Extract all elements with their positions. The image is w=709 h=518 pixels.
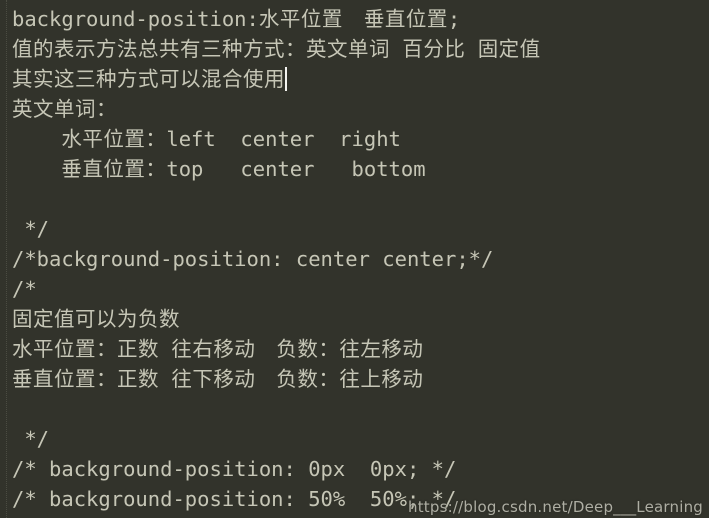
code-line[interactable]: */: [0, 424, 709, 454]
code-line-text: 水平位置：left center right: [61, 127, 401, 151]
code-lines-container[interactable]: background-position:水平位置 垂直位置; 值的表示方法总共有三…: [0, 0, 709, 518]
code-line[interactable]: /* background-position: 0px 0px; */: [0, 454, 709, 484]
code-line[interactable]: 垂直位置：正数 往下移动 负数：往上移动: [0, 364, 709, 394]
code-line-text: 值的表示方法总共有三种方式：英文单词 百分比 固定值: [12, 37, 541, 61]
code-line-text: /*background-position: center center;*/: [12, 247, 494, 271]
cjk-run: 英文单词：: [12, 97, 117, 121]
cjk-run: 水平位置 垂直位置: [258, 7, 448, 31]
cjk-run: 固定值可以为负数: [12, 307, 180, 331]
cjk-run: 固定值: [477, 37, 541, 61]
cjk-run: 百分比: [402, 37, 466, 61]
code-line[interactable]: 水平位置：left center right: [0, 124, 709, 154]
code-line[interactable]: 英文单词：: [0, 94, 709, 124]
code-line-text: */: [12, 217, 50, 241]
cjk-run: 垂直位置：正数: [12, 367, 159, 391]
code-line[interactable]: */: [0, 214, 709, 244]
code-line[interactable]: /*background-position: center center;*/: [0, 244, 709, 274]
csdn-watermark: https://blog.csdn.net/Deep___Learning: [408, 498, 703, 516]
code-line[interactable]: 固定值可以为负数: [0, 304, 709, 334]
code-line-text: 垂直位置：top center bottom: [61, 157, 426, 181]
cjk-run: 往右移动 负数：往左移动: [171, 337, 424, 361]
code-line[interactable]: [0, 394, 709, 424]
code-line[interactable]: 值的表示方法总共有三种方式：英文单词 百分比 固定值: [0, 34, 709, 64]
code-line[interactable]: background-position:水平位置 垂直位置;: [0, 4, 709, 34]
code-line[interactable]: 其实这三种方式可以混合使用: [0, 64, 709, 94]
cjk-run: 水平位置：: [61, 127, 167, 151]
cjk-run: 值的表示方法总共有三种方式：英文单词: [12, 37, 390, 61]
code-line-text: /* background-position: 0px 0px; */: [12, 457, 457, 481]
code-line-text: /*: [12, 277, 37, 301]
cjk-run: 其实这三种方式可以混合使用: [12, 67, 285, 91]
code-line-text: /* background-position: 50% 50%; */: [12, 487, 457, 511]
code-line-text: 固定值可以为负数: [12, 307, 180, 331]
cjk-run: 往下移动 负数：往上移动: [171, 367, 424, 391]
code-line[interactable]: 垂直位置：top center bottom: [0, 154, 709, 184]
code-line[interactable]: /*: [0, 274, 709, 304]
code-line-text: background-position:水平位置 垂直位置;: [12, 7, 461, 31]
text-caret: [285, 67, 287, 91]
cjk-run: 水平位置：正数: [12, 337, 159, 361]
code-editor[interactable]: background-position:水平位置 垂直位置; 值的表示方法总共有三…: [0, 0, 709, 518]
code-line-text: 其实这三种方式可以混合使用: [12, 67, 285, 91]
code-line-text: 英文单词：: [12, 97, 117, 121]
code-line[interactable]: [0, 184, 709, 214]
cjk-run: 垂直位置：: [61, 157, 167, 181]
code-line-text: */: [12, 427, 50, 451]
code-line-text: 垂直位置：正数 往下移动 负数：往上移动: [12, 367, 423, 391]
code-line[interactable]: 水平位置：正数 往右移动 负数：往左移动: [0, 334, 709, 364]
code-line-text: 水平位置：正数 往右移动 负数：往左移动: [12, 337, 423, 361]
